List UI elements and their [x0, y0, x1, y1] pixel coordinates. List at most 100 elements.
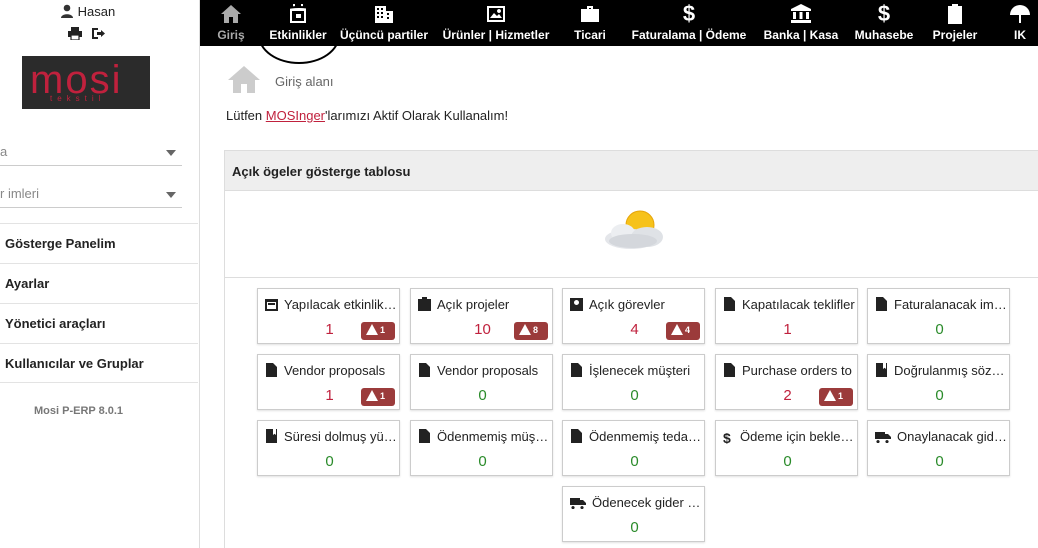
warning-icon [824, 390, 836, 401]
notice-link[interactable]: MOSInger [266, 108, 325, 123]
box-title: İşlenecek müşteri [570, 363, 702, 378]
image-icon [440, 0, 552, 26]
dashboard-box[interactable]: Açık görevler 4 4 [562, 288, 705, 344]
panel-title: Açık ögeler gösterge tablosu [225, 151, 1038, 191]
document-icon [876, 297, 887, 311]
sidebar-select-2[interactable]: r imleri [0, 182, 182, 208]
sidebar: Hasan mosi tekstil a r imleri Gösterge P… [0, 0, 200, 548]
box-title: Doğrulanmış sözleşme [875, 363, 1007, 378]
warning-badge[interactable]: 8 [514, 322, 548, 340]
select-value: a [0, 144, 8, 159]
select-value: r imleri [0, 186, 39, 201]
dashboard-box[interactable]: Ödenmemiş müşteri 0 [410, 420, 553, 476]
nav-bank-cash[interactable]: Banka | Kasa [760, 0, 842, 46]
logo-subtext: tekstil [50, 94, 106, 103]
nav-third-parties[interactable]: Üçüncü partiler [338, 0, 430, 46]
box-title: Purchase orders to [723, 363, 855, 378]
document-icon [266, 363, 277, 377]
user-icon [61, 4, 73, 18]
dashboard-box[interactable]: Doğrulanmış sözleşme 0 [867, 354, 1010, 410]
dashboard-box[interactable]: Vendor proposals 1 1 [257, 354, 400, 410]
warning-icon [366, 390, 378, 401]
sidebar-item-users-groups[interactable]: Kullanıcılar ve Gruplar [0, 343, 198, 383]
box-value[interactable]: 0 [716, 453, 859, 470]
box-value[interactable]: 0 [868, 321, 1011, 338]
breadcrumb-home-icon [226, 64, 262, 96]
notice-message: Lütfen MOSInger'larımızı Aktif Olarak Ku… [226, 108, 509, 123]
box-value[interactable]: 0 [563, 519, 706, 536]
contract-icon [266, 429, 277, 443]
box-title: Vendor proposals [265, 363, 397, 378]
logout-icon[interactable] [91, 27, 105, 40]
document-icon [724, 363, 735, 377]
box-value[interactable]: 0 [868, 453, 1011, 470]
nav-hr[interactable]: IK [1008, 0, 1032, 46]
box-title: Ödenmemiş müşteri [418, 429, 550, 444]
bank-icon [760, 0, 842, 26]
dashboard-box[interactable]: Onaylanacak giderler 0 [867, 420, 1010, 476]
box-title: Açık görevler [570, 297, 702, 312]
panel-divider [225, 277, 1038, 278]
dashboard-box[interactable]: Ödenecek gider raporları 0 [562, 486, 705, 542]
box-value[interactable]: 0 [563, 387, 706, 404]
dashboard-box[interactable]: Kapatılacak teklifler 1 [715, 288, 858, 344]
warning-badge[interactable]: 1 [361, 388, 395, 406]
user-info[interactable]: Hasan [60, 4, 115, 19]
warning-badge[interactable]: 1 [361, 322, 395, 340]
dashboard-box[interactable]: $ Ödeme için bekleyen 0 [715, 420, 858, 476]
document-icon [571, 429, 582, 443]
box-title: Onaylanacak giderler [875, 429, 1007, 444]
highlight-circle [258, 6, 340, 64]
box-title: Kapatılacak teklifler [723, 297, 855, 312]
sidebar-menu: Gösterge Panelim Ayarlar Yönetici araçla… [0, 223, 198, 383]
document-icon [419, 363, 430, 377]
dollar-icon: $ [682, 1, 696, 26]
dashboard-box[interactable]: Açık projeler 10 8 [410, 288, 553, 344]
warning-icon [366, 324, 378, 335]
sidebar-item-dashboard[interactable]: Gösterge Panelim [0, 223, 198, 263]
dashboard-box[interactable]: Purchase orders to 2 1 [715, 354, 858, 410]
box-value[interactable]: 1 [716, 321, 859, 338]
box-value[interactable]: 0 [411, 453, 554, 470]
nav-accounting[interactable]: $ Muhasebe [852, 0, 916, 46]
box-value[interactable]: 0 [258, 453, 401, 470]
dashboard-box[interactable]: İşlenecek müşteri 0 [562, 354, 705, 410]
dashboard-box[interactable]: Vendor proposals 0 [410, 354, 553, 410]
truck-icon [570, 498, 586, 509]
task-icon [570, 298, 583, 311]
warning-badge[interactable]: 1 [819, 388, 853, 406]
box-title: Süresi dolmuş yükümlülük [265, 429, 397, 444]
briefcase-icon [570, 0, 610, 26]
box-value[interactable]: 0 [563, 453, 706, 470]
clipboard-icon [928, 0, 982, 26]
nav-commercial[interactable]: Ticari [570, 0, 610, 46]
dashboard-box[interactable]: Faturalanacak imalat 0 [867, 288, 1010, 344]
user-name[interactable]: Hasan [78, 4, 116, 19]
box-value[interactable]: 0 [868, 387, 1011, 404]
nav-projects[interactable]: Projeler [928, 0, 982, 46]
document-icon [724, 297, 735, 311]
home-icon [214, 0, 248, 26]
box-title: Vendor proposals [418, 363, 550, 378]
nav-home[interactable]: Giriş [214, 0, 248, 46]
print-icon[interactable] [68, 27, 82, 41]
building-icon [338, 0, 430, 26]
sidebar-select-1[interactable]: a [0, 140, 182, 166]
chevron-down-icon [166, 192, 176, 198]
breadcrumb: Giriş alanı [275, 74, 334, 89]
document-icon [571, 363, 582, 377]
contract-icon [876, 363, 887, 377]
dashboard-box[interactable]: Yapılacak etkinlikler 1 1 [257, 288, 400, 344]
dashboard-box[interactable]: Ödenmemiş tedarikçi 0 [562, 420, 705, 476]
warning-badge[interactable]: 4 [666, 322, 700, 340]
chevron-down-icon [166, 150, 176, 156]
nav-billing-payment[interactable]: $ Faturalama | Ödeme [628, 0, 750, 46]
company-logo[interactable]: mosi tekstil [22, 56, 150, 109]
dashboard-box[interactable]: Süresi dolmuş yükümlülük 0 [257, 420, 400, 476]
sidebar-item-admin-tools[interactable]: Yönetici araçları [0, 303, 198, 343]
user-tools [68, 27, 105, 43]
project-icon [418, 297, 431, 311]
box-value[interactable]: 0 [411, 387, 554, 404]
sidebar-item-settings[interactable]: Ayarlar [0, 263, 198, 303]
nav-products-services[interactable]: Ürünler | Hizmetler [440, 0, 552, 46]
